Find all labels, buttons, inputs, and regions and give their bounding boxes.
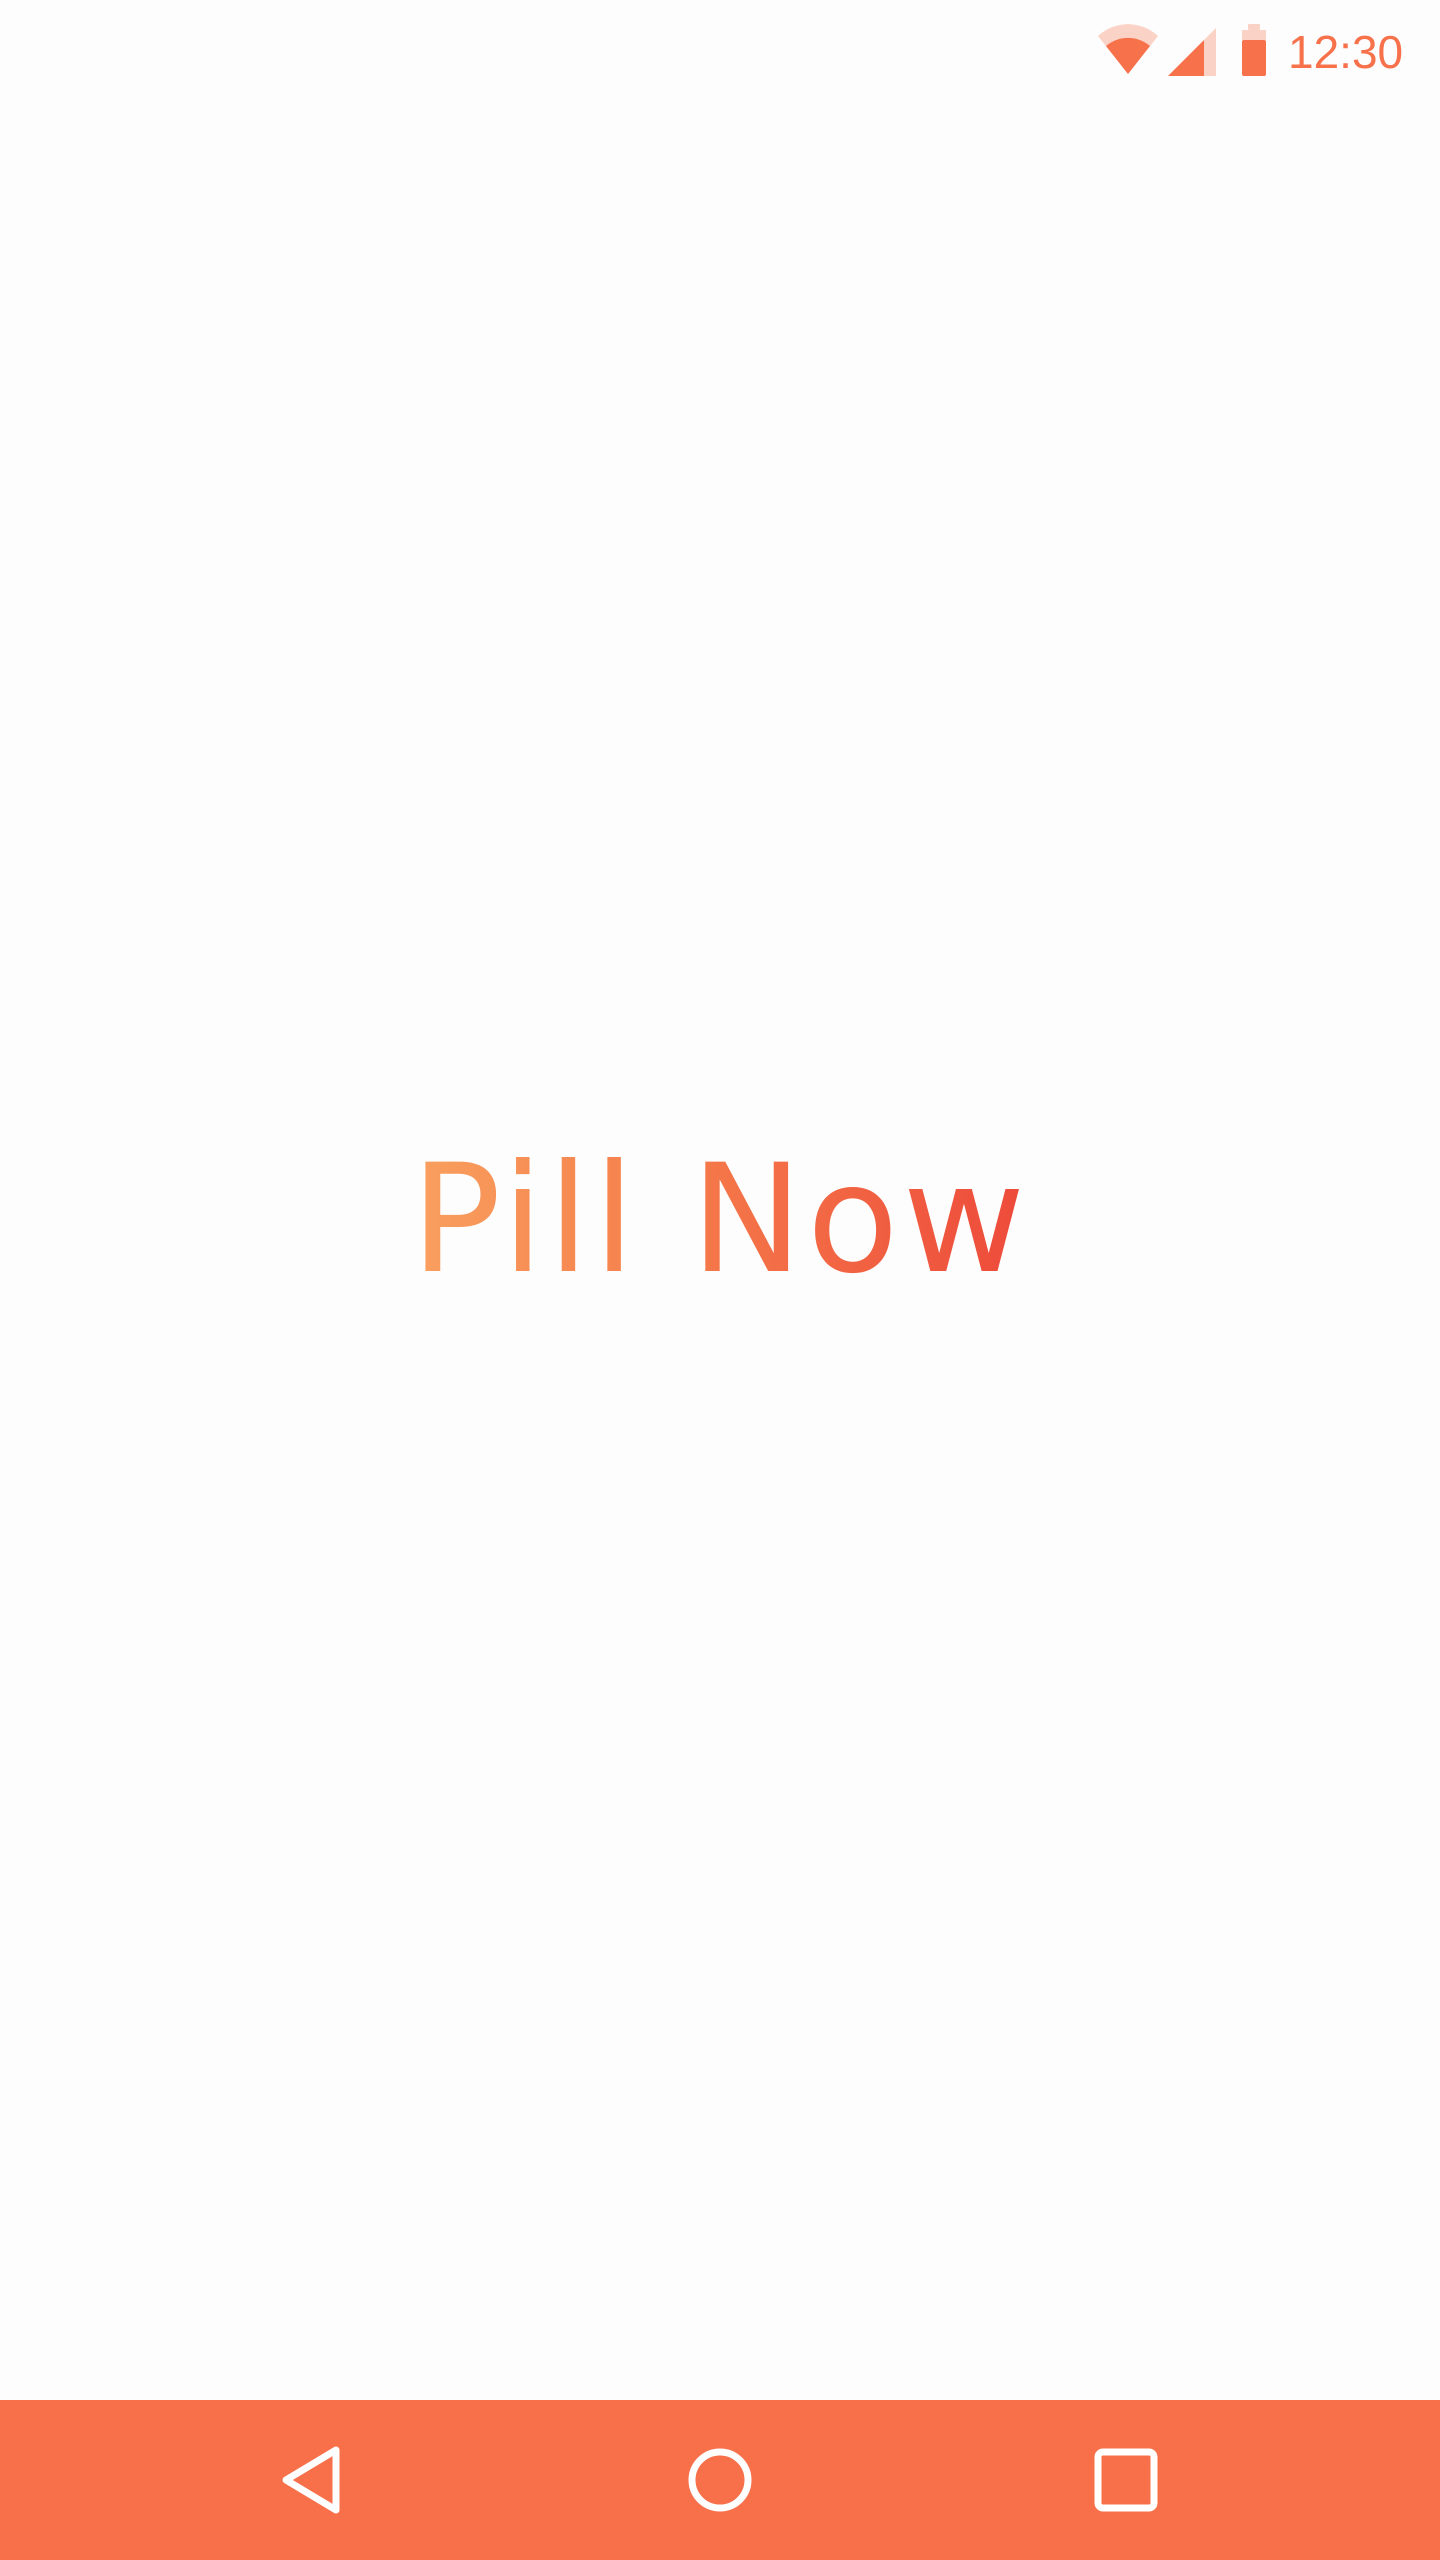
wifi-icon [1098,24,1158,74]
back-icon [282,2446,340,2514]
recents-button[interactable] [1066,2420,1186,2540]
status-bar: 12:30 [0,0,1440,110]
home-button[interactable] [660,2420,780,2540]
app-title: Pill Now [0,1135,1440,1305]
status-time: 12:30 [1288,26,1404,78]
battery-icon [1242,24,1266,76]
back-button[interactable] [256,2420,376,2540]
app-title-text: Pill Now [410,1133,1030,1307]
cell-signal-icon [1168,28,1216,76]
splash-screen: 12:30 Pill Now [0,0,1440,2560]
home-icon [688,2448,752,2512]
recents-icon [1094,2448,1158,2512]
navigation-bar [0,2400,1440,2560]
